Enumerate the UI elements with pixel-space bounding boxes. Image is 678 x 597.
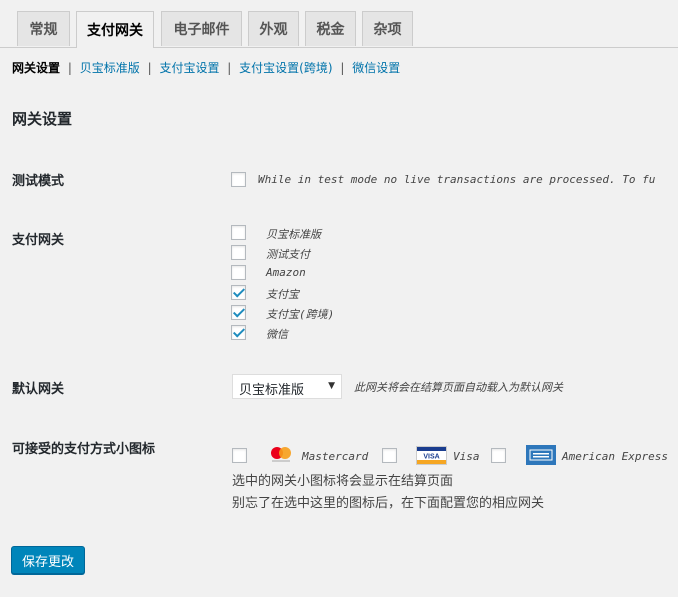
test-mode-label: 测试模式 [12, 174, 65, 189]
tab-general[interactable]: 常规 [17, 11, 70, 46]
chevron-down-icon: ▼ [328, 381, 335, 391]
subnav-link-alipay[interactable]: 支付宝设置 [159, 61, 219, 75]
gateway-label-wechat: 微信 [266, 328, 288, 341]
tab-payment-gateways[interactable]: 支付网关 [76, 11, 154, 48]
gateway-label-alipay-crossborder: 支付宝(跨境) [266, 308, 335, 321]
gateways-label: 支付网关 [12, 233, 65, 248]
amex-label: American Express [562, 450, 668, 463]
gateway-checkbox-alipay-crossborder[interactable] [231, 305, 246, 320]
gateway-checkbox-test[interactable] [231, 245, 246, 260]
amex-icon [526, 445, 556, 469]
visa-icon: VISA [416, 446, 447, 469]
test-mode-description: While in test mode no live transactions … [258, 173, 656, 186]
mastercard-checkbox[interactable] [232, 448, 247, 463]
gateway-label-paypal: 贝宝标准版 [266, 228, 321, 241]
gateway-label-test: 测试支付 [266, 248, 310, 261]
test-mode-checkbox[interactable] [231, 172, 246, 187]
default-gateway-description: 此网关将会在结算页面自动载入为默认网关 [354, 381, 563, 394]
subnav: 网关设置 | 贝宝标准版 | 支付宝设置 | 支付宝设置(跨境) | 微信设置 [12, 59, 400, 76]
subnav-link-paypal[interactable]: 贝宝标准版 [80, 61, 140, 75]
settings-tabs: 常规 支付网关 电子邮件 外观 税金 杂项 [0, 0, 678, 48]
default-gateway-select[interactable]: 贝宝标准版 ▼ [232, 374, 342, 399]
section-title: 网关设置 [12, 110, 73, 128]
tab-email[interactable]: 电子邮件 [161, 11, 242, 46]
subnav-separator: | [147, 61, 152, 75]
default-gateway-label: 默认网关 [12, 382, 65, 397]
payment-icons-help-2: 别忘了在选中这里的图标后，在下面配置您的相应网关 [232, 496, 545, 511]
subnav-link-alipay-crossborder[interactable]: 支付宝设置(跨境) [239, 61, 332, 75]
subnav-separator: | [340, 61, 345, 75]
gateway-checkbox-wechat[interactable] [231, 325, 246, 340]
payment-icons-label: 可接受的支付方式小图标 [12, 442, 156, 457]
tab-misc[interactable]: 杂项 [362, 11, 413, 46]
svg-text:VISA: VISA [423, 454, 439, 461]
subnav-separator: | [67, 61, 72, 75]
mastercard-icon [268, 446, 294, 468]
save-button[interactable]: 保存更改 [11, 546, 85, 574]
gateway-checkbox-amazon[interactable] [231, 265, 246, 280]
tab-appearance[interactable]: 外观 [248, 11, 299, 46]
visa-label: Visa [453, 450, 480, 463]
subnav-current: 网关设置 [12, 61, 61, 75]
subnav-link-wechat[interactable]: 微信设置 [352, 61, 400, 75]
mastercard-label: Mastercard [302, 450, 369, 463]
gateway-checkbox-alipay[interactable] [231, 285, 246, 300]
amex-checkbox[interactable] [491, 448, 506, 463]
default-gateway-value: 贝宝标准版 [239, 383, 305, 398]
payment-icons-help-1: 选中的网关小图标将会显示在结算页面 [232, 474, 454, 489]
gateway-checkbox-paypal[interactable] [231, 225, 246, 240]
tab-taxes[interactable]: 税金 [305, 11, 356, 46]
gateway-label-alipay: 支付宝 [266, 288, 299, 301]
subnav-separator: | [227, 61, 232, 75]
visa-checkbox[interactable] [382, 448, 397, 463]
gateway-label-amazon: Amazon [266, 266, 306, 279]
